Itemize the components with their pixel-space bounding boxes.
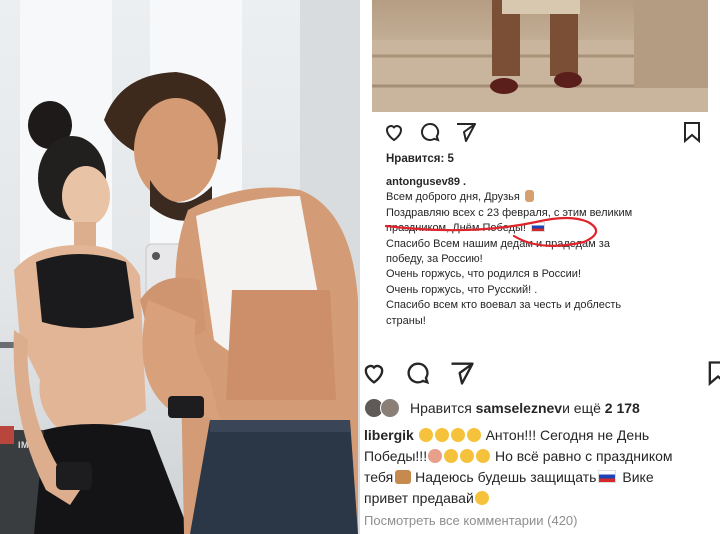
- liked-by-count[interactable]: 2 178: [605, 400, 640, 416]
- liker-avatars[interactable]: [364, 398, 404, 418]
- caption-line: Спасибо всем кто воевал за честь и добле…: [386, 299, 622, 312]
- emoji-icon: [460, 449, 475, 463]
- comment-line: Победы!!! Но всё равно с праздником: [364, 448, 673, 464]
- caption-line: победу, за Россию!: [386, 253, 483, 266]
- emoji-icon: [418, 428, 433, 442]
- share-icon[interactable]: [448, 359, 476, 387]
- post-photo-stone-steps: [372, 0, 708, 112]
- heart-icon[interactable]: [360, 359, 388, 387]
- instagram-post-top: Нравится: 5 antongusev89 . Всем доброго …: [360, 0, 720, 345]
- share-icon[interactable]: [454, 120, 478, 144]
- view-all-comments-link[interactable]: Посмотреть все комментарии (420): [364, 513, 577, 528]
- flag-emoji-icon: [531, 222, 546, 233]
- heart-icon[interactable]: [382, 120, 406, 144]
- emoji-icon: [450, 428, 465, 442]
- instagram-post-bottom: Нравится samseleznev и ещё 2 178 libergi…: [360, 345, 720, 534]
- emoji-icon: [474, 491, 489, 505]
- comment-username[interactable]: libergik: [364, 427, 414, 443]
- hand-emoji-icon: [524, 190, 534, 203]
- caption-line: Всем доброго дня, Друзья: [386, 190, 706, 205]
- caption-username[interactable]: antongusev89: [386, 176, 460, 188]
- post-caption: antongusev89 . Всем доброго дня, Друзья …: [386, 175, 706, 329]
- caption-line: Очень горжусь, что Русский! .: [386, 283, 538, 296]
- emoji-icon: [466, 428, 481, 442]
- bookmark-icon[interactable]: [680, 120, 704, 144]
- liked-by-row: Нравится samseleznev и ещё 2 178: [364, 397, 640, 419]
- comment-icon[interactable]: [418, 120, 442, 144]
- people-illustration: [13, 72, 358, 534]
- emoji-icon: [434, 428, 449, 442]
- bookmark-icon[interactable]: [704, 359, 720, 387]
- emoji-icon: [444, 449, 459, 463]
- caption-line: праздником, Днём Победы!: [386, 221, 706, 236]
- username-suffix: .: [459, 176, 467, 188]
- liked-by-prefix: Нравится: [410, 400, 472, 416]
- flag-emoji-icon: [598, 470, 617, 483]
- comment-line: привет предавай: [364, 488, 720, 509]
- caption-line: страны!: [386, 314, 426, 327]
- post-actions-bar: [382, 120, 700, 146]
- clapping-hands-icon: [395, 470, 412, 484]
- avatar[interactable]: [380, 398, 400, 418]
- caption-line: Поздравляю всех с 23 февраля, с этим вел…: [386, 206, 633, 219]
- likes-count[interactable]: Нравится: 5: [386, 153, 454, 165]
- comment-icon[interactable]: [404, 359, 432, 387]
- comment-line: тебя Надеюсь будешь защищать Вике: [364, 469, 654, 485]
- caption-line: Очень горжусь, что родился в России!: [386, 268, 581, 281]
- emoji-icon: [476, 449, 491, 463]
- caption-line: Спасибо Всем нашим дедам и прадедам за: [386, 237, 610, 250]
- gym-selfie-photo: IMAGE: [0, 0, 360, 534]
- emoji-icon: [428, 449, 443, 463]
- comment-line: libergik Антон!!! Сегодня не День: [364, 427, 650, 443]
- caption-username-line: antongusev89 .: [386, 175, 706, 190]
- post-actions-bar: [360, 359, 720, 387]
- liked-by-user[interactable]: samseleznev: [476, 400, 562, 416]
- liked-by-middle: и ещё: [562, 400, 601, 416]
- comment: libergik Антон!!! Сегодня не День Победы…: [364, 425, 720, 509]
